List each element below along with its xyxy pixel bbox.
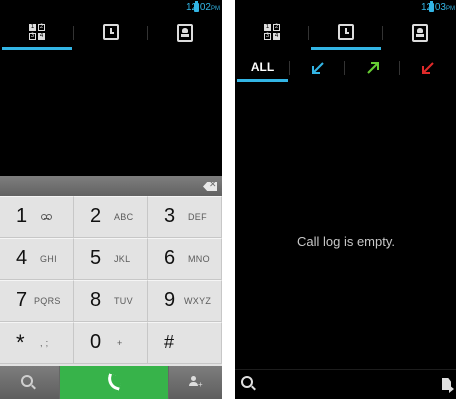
key-star[interactable]: * , ; xyxy=(0,322,74,364)
dialed-digits-display[interactable] xyxy=(0,50,222,176)
key-5[interactable]: 5 JKL xyxy=(74,238,148,280)
tab-call-log[interactable] xyxy=(309,16,383,50)
key-digit: 1 xyxy=(16,205,28,227)
key-letters: DEF xyxy=(188,212,207,222)
call-log-icon xyxy=(103,24,119,40)
backspace-icon: ✕ xyxy=(209,179,217,189)
filter-all[interactable]: ALL xyxy=(235,50,290,84)
voicemail-icon xyxy=(41,214,52,220)
top-tab-bar: 1234 xyxy=(0,16,222,50)
status-bar: 12:03PM xyxy=(235,0,456,16)
dialpad-icon: 1234 xyxy=(29,24,45,40)
key-3[interactable]: 3 DEF xyxy=(148,196,222,238)
key-letters: + xyxy=(117,338,123,348)
key-digit: 4 xyxy=(16,247,28,269)
key-letters: TUV xyxy=(114,296,133,306)
key-8[interactable]: 8 TUV xyxy=(74,280,148,322)
key-digit: 2 xyxy=(90,205,102,227)
tab-contacts[interactable] xyxy=(383,16,456,50)
outgoing-call-icon xyxy=(366,61,380,75)
key-letters: PQRS xyxy=(34,296,61,306)
key-7[interactable]: 7 PQRS xyxy=(0,280,74,322)
key-2[interactable]: 2 ABC xyxy=(74,196,148,238)
call-log-screen: 12:03PM 1234 ALL Call log is empty. xyxy=(235,0,456,399)
dialpad-icon: 1234 xyxy=(264,24,280,40)
backspace-button[interactable]: ✕ xyxy=(203,182,217,191)
call-button[interactable] xyxy=(60,366,168,399)
search-icon xyxy=(21,375,33,387)
call-filter-bar: ALL xyxy=(235,50,456,84)
add-person-icon: + xyxy=(189,376,203,389)
tab-call-log[interactable] xyxy=(74,16,148,50)
key-digit: * xyxy=(16,330,25,355)
top-tab-bar: 1234 xyxy=(235,16,456,50)
key-digit: 0 xyxy=(90,331,102,353)
phone-handset-icon xyxy=(105,373,123,391)
status-time: 12:03PM xyxy=(421,2,455,15)
export-arrow-icon xyxy=(449,385,454,393)
call-log-icon xyxy=(338,24,354,40)
filter-incoming[interactable] xyxy=(290,50,345,84)
status-time-value: 12:02 xyxy=(185,2,211,13)
key-digit: 5 xyxy=(90,247,102,269)
key-letters: ABC xyxy=(114,212,134,222)
key-digit: 8 xyxy=(90,289,102,311)
dialer-action-bar: + xyxy=(0,366,222,399)
key-letters: WXYZ xyxy=(184,296,212,306)
add-glyph: + xyxy=(198,380,203,389)
key-digit: 9 xyxy=(164,289,176,311)
key-4[interactable]: 4 GHI xyxy=(0,238,74,280)
status-ampm: PM xyxy=(446,6,455,12)
call-log-action-bar xyxy=(235,369,456,399)
empty-state-message: Call log is empty. xyxy=(296,234,395,249)
status-time-value: 12:03 xyxy=(420,2,446,13)
key-letters: GHI xyxy=(40,254,57,264)
key-digit: 7 xyxy=(16,289,28,311)
key-9[interactable]: 9 WXYZ xyxy=(148,280,222,322)
status-ampm: PM xyxy=(211,6,220,12)
key-1[interactable]: 1 xyxy=(0,196,74,238)
contacts-icon xyxy=(177,24,193,42)
missed-call-icon xyxy=(421,61,435,75)
contacts-icon xyxy=(412,24,428,42)
key-digit: # xyxy=(164,332,175,352)
search-icon[interactable] xyxy=(241,376,253,388)
key-hash[interactable]: # xyxy=(148,322,222,364)
key-letters: , ; xyxy=(40,338,49,348)
search-button[interactable] xyxy=(0,366,59,399)
incoming-call-icon xyxy=(311,61,325,75)
tab-dialpad[interactable]: 1234 xyxy=(235,16,309,50)
status-bar: 12:02PM xyxy=(0,0,222,16)
status-time: 12:02PM xyxy=(186,2,220,15)
key-digit: 6 xyxy=(164,247,176,269)
dialpad: 1 2 ABC 3 DEF 4 GHI 5 JKL 6 MNO 7 PQRS 8 xyxy=(0,196,222,366)
filter-all-label: ALL xyxy=(250,60,275,74)
key-0[interactable]: 0 + xyxy=(74,322,148,364)
key-digit: 3 xyxy=(164,205,176,227)
tab-contacts[interactable] xyxy=(148,16,222,50)
filter-outgoing[interactable] xyxy=(345,50,400,84)
call-log-list: Call log is empty. xyxy=(235,84,456,369)
tab-dialpad[interactable]: 1234 xyxy=(0,16,74,50)
filter-missed[interactable] xyxy=(400,50,455,84)
key-6[interactable]: 6 MNO xyxy=(148,238,222,280)
dialer-screen: 12:02PM 1234 ✕ 1 2 ABC 3 DEF 4 GHI 5 JKL… xyxy=(0,0,222,399)
active-filter-indicator xyxy=(237,79,288,82)
add-contact-button[interactable]: + xyxy=(169,366,222,399)
key-letters: JKL xyxy=(114,254,131,264)
key-letters: MNO xyxy=(188,254,210,264)
digits-input-bar: ✕ xyxy=(0,176,222,196)
